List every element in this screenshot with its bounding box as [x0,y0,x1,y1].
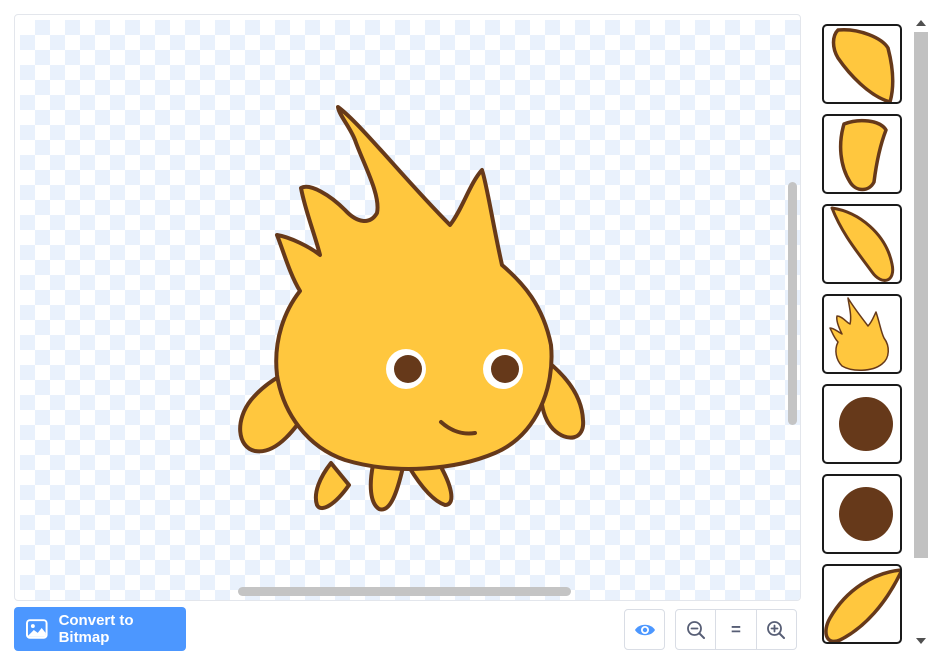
costume-thumbnail-5[interactable] [822,384,902,464]
costume-thumbnail-2[interactable] [822,114,902,194]
dark-circle-thumbnail [839,487,893,541]
canvas-horizontal-scrollbar[interactable] [238,587,571,596]
zoom-in-icon [767,620,786,639]
costume-thumbnail-1[interactable] [822,24,902,104]
costume-thumbnail-3[interactable] [822,204,902,284]
convert-to-bitmap-button[interactable]: Convert to Bitmap [14,607,186,651]
flame-sprite-drawing[interactable] [15,15,801,601]
banana-thumbnail [830,206,895,282]
zoom-out-icon [686,620,705,639]
tilted-leaf-thumbnail [831,28,895,102]
flame-body-thumbnail [829,297,889,371]
diagonal-leaf-thumbnail [824,568,900,642]
eye-icon [634,624,655,635]
zoom-controls: = [675,609,797,650]
paint-canvas[interactable] [14,14,801,601]
zoom-out-button[interactable] [676,610,715,649]
scroll-up-arrow-icon[interactable] [916,20,926,26]
canvas-vertical-scrollbar[interactable] [788,182,797,425]
view-toggle-button[interactable] [625,610,664,649]
costume-thumbnail-7[interactable] [822,564,902,644]
dark-circle-thumbnail [839,397,893,451]
costume-list-scroll-thumb[interactable] [914,32,928,558]
costume-thumbnail-4[interactable] [822,294,902,374]
zoom-reset-label: = [731,619,741,639]
zoom-reset-button[interactable]: = [715,610,755,649]
scroll-down-arrow-icon[interactable] [916,638,926,644]
image-icon [26,619,48,639]
zoom-in-button[interactable] [755,610,796,649]
costume-thumbnail-6[interactable] [822,474,902,554]
view-toggle-group [624,609,665,650]
convert-to-bitmap-label: Convert to Bitmap [58,612,134,646]
upright-leaf-thumbnail [838,118,888,192]
